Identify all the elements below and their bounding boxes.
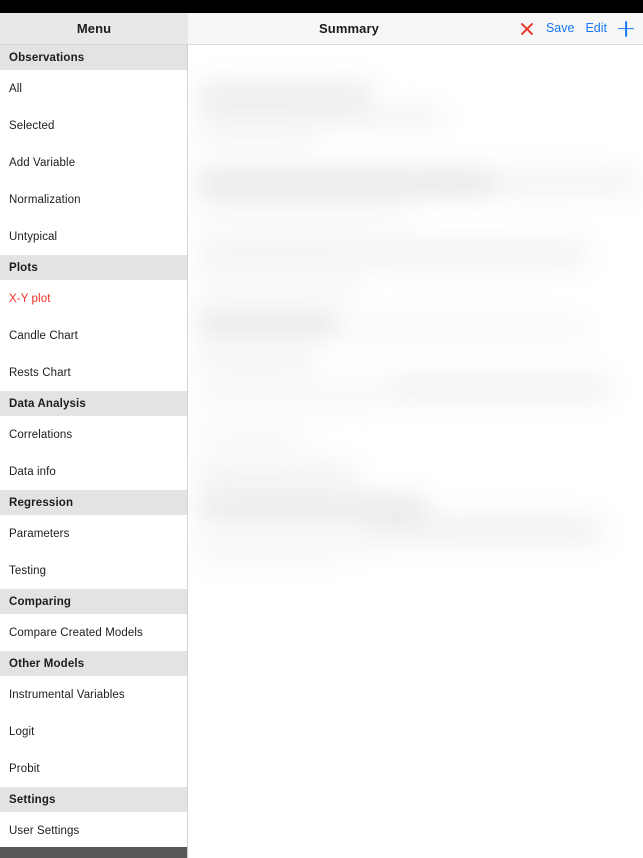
sidebar-item-data-info[interactable]: Data info (0, 453, 187, 490)
sidebar-item-logit[interactable]: Logit (0, 713, 187, 750)
sidebar-item-untypical[interactable]: Untypical (0, 218, 187, 255)
edit-button[interactable]: Edit (585, 22, 607, 35)
menu-section-header-regression: Regression (0, 490, 187, 515)
obscured-text-block (197, 83, 372, 105)
obscured-text-block (197, 171, 497, 195)
sidebar-item-rests-chart[interactable]: Rests Chart (0, 354, 187, 391)
close-x-icon[interactable] (520, 21, 535, 36)
obscured-text-block (197, 545, 337, 563)
obscured-text-block (197, 205, 407, 223)
sidebar-item-correlations[interactable]: Correlations (0, 416, 187, 453)
sidebar-item-normalization[interactable]: Normalization (0, 181, 187, 218)
sidebar-item-instrumental-variables[interactable]: Instrumental Variables (0, 676, 187, 713)
sidebar-item-add-variable[interactable]: Add Variable (0, 144, 187, 181)
obscured-text-block (197, 107, 442, 127)
obscured-content (189, 45, 643, 858)
obscured-text-block (197, 351, 317, 371)
obscured-text-block (197, 385, 392, 407)
menu-section-header-plots: Plots (0, 255, 187, 280)
menu-section-header-other-models: Other Models (0, 651, 187, 676)
plus-icon[interactable] (618, 21, 634, 37)
save-button[interactable]: Save (546, 22, 575, 35)
sidebar-item-testing[interactable]: Testing (0, 552, 187, 589)
sidebar-bottom-bar (0, 847, 188, 858)
sidebar-item-parameters[interactable]: Parameters (0, 515, 187, 552)
obscured-text-block (364, 515, 604, 545)
sidebar-item-probit[interactable]: Probit (0, 750, 187, 787)
menu-section-header-settings: Settings (0, 787, 187, 812)
obscured-text-block (197, 313, 337, 335)
obscured-text-block (197, 497, 427, 517)
navigation-bar: Menu Summary Save Edit (0, 13, 643, 45)
obscured-text-block (339, 319, 589, 337)
obscured-text-block (197, 131, 317, 149)
sidebar-menu[interactable]: Observations All Selected Add Variable Norma… (0, 45, 188, 847)
menu-section-header-data-analysis: Data Analysis (0, 391, 187, 416)
detail-content-pane[interactable] (189, 45, 643, 858)
menu-title: Menu (76, 21, 112, 36)
obscured-text-block (489, 171, 639, 193)
menu-section-header-observations: Observations (0, 45, 187, 70)
page-title: Summary (319, 21, 379, 36)
sidebar-item-x-y-plot[interactable]: X-Y plot (0, 280, 187, 317)
status-bar (0, 0, 643, 13)
app-window: Menu Summary Save Edit Observations All Se… (0, 0, 643, 858)
obscured-text-block (389, 375, 609, 401)
sidebar-item-selected[interactable]: Selected (0, 107, 187, 144)
sidebar-item-user-settings[interactable]: User Settings (0, 812, 187, 847)
nav-actions: Save Edit (520, 13, 634, 44)
menu-section-header-comparing: Comparing (0, 589, 187, 614)
obscured-text-block (197, 279, 362, 299)
obscured-text-block (197, 427, 307, 447)
sidebar-item-candle-chart[interactable]: Candle Chart (0, 317, 187, 354)
obscured-text-block (197, 463, 357, 487)
obscured-text-block (197, 241, 587, 267)
sidebar-item-compare-created-models[interactable]: Compare Created Models (0, 614, 187, 651)
sidebar-header: Menu (0, 13, 188, 44)
sidebar-item-all[interactable]: All (0, 70, 187, 107)
